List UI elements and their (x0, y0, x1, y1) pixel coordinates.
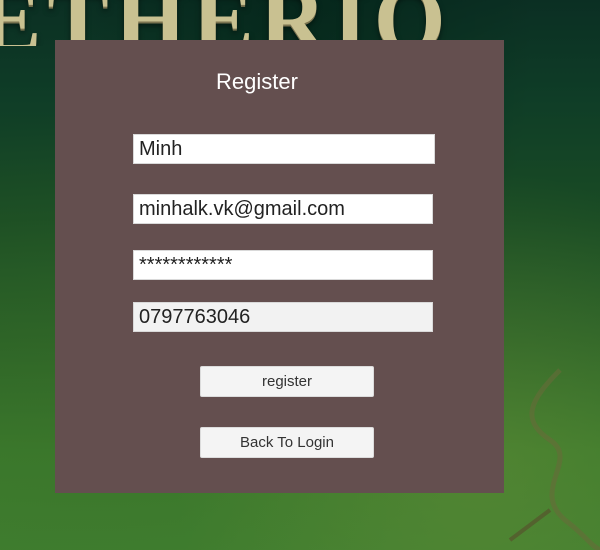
email-input[interactable] (133, 194, 433, 224)
name-input[interactable] (133, 134, 435, 164)
background-path-decoration (508, 368, 600, 550)
phone-input[interactable] (133, 302, 433, 332)
back-to-login-button[interactable]: Back To Login (200, 427, 374, 458)
password-input[interactable] (133, 250, 433, 280)
register-title: Register (216, 69, 298, 94)
register-button[interactable]: register (200, 366, 374, 397)
